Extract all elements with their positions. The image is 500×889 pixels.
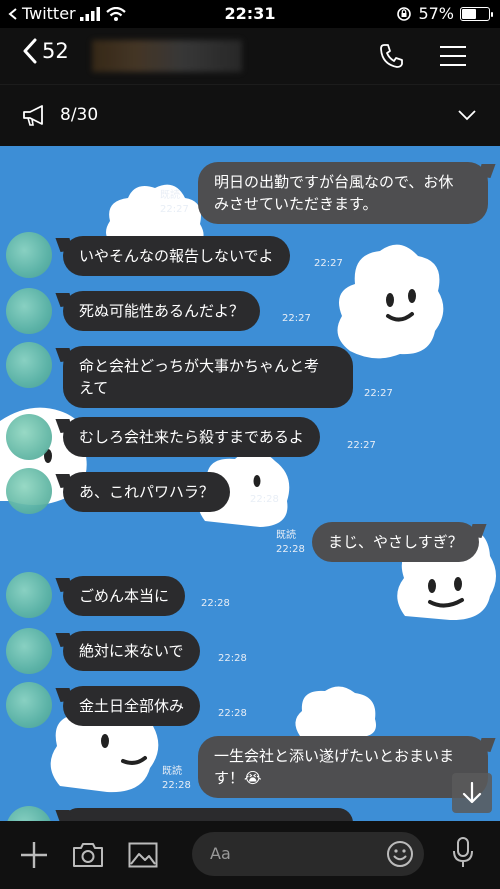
message-bubble-incoming[interactable]: ごめん本当に	[63, 576, 186, 616]
scroll-to-bottom-button[interactable]	[452, 773, 492, 813]
contact-name-blurred	[92, 40, 242, 72]
avatar[interactable]	[6, 468, 52, 514]
message-text-line: えて	[79, 379, 109, 397]
read-receipt: 既読	[162, 766, 182, 777]
cloud-wallpaper-2	[337, 244, 444, 359]
announcement-bar[interactable]: 8/30	[0, 84, 500, 146]
message-bubble-incoming[interactable]: 金土日全部休み	[63, 686, 201, 726]
message-text: 死ぬ可能性あるんだよ？	[79, 302, 245, 320]
chevron-down-icon[interactable]	[458, 109, 476, 121]
hamburger-icon[interactable]	[440, 45, 466, 67]
cloud-wallpaper-7	[295, 686, 376, 737]
message-bubble-incoming[interactable]: むしろ会社来たら殺すまであるよ	[63, 417, 320, 457]
smiley-icon[interactable]	[386, 840, 414, 868]
avatar[interactable]	[6, 232, 52, 278]
input-bar: Aa	[0, 821, 500, 889]
plus-icon[interactable]	[20, 841, 48, 869]
message-bubble-outgoing[interactable]: 一生会社と添い遂げたいとおまいま す！😭	[198, 736, 488, 798]
avatar[interactable]	[6, 414, 52, 460]
message-time: 22:27	[314, 258, 343, 269]
message-text-line: 明日の出勤ですが台風なので、お休	[214, 173, 454, 191]
read-receipt: 既読	[160, 190, 180, 201]
camera-icon[interactable]	[72, 842, 104, 868]
message-bubble-outgoing[interactable]: まじ、やさしすぎ？	[312, 522, 479, 562]
status-bar: Twitter 22:31 57%	[0, 0, 500, 28]
phone-icon[interactable]	[378, 42, 406, 70]
message-input[interactable]: Aa	[192, 832, 424, 876]
battery-icon	[460, 6, 493, 21]
rotation-lock-icon	[397, 6, 412, 21]
chat-area[interactable]: 既読 22:27 明日の出勤ですが台風なので、お休 みさせていただきます。 いや…	[0, 146, 500, 821]
avatar[interactable]	[6, 288, 52, 334]
back-button[interactable]: 52	[22, 38, 69, 64]
avatar[interactable]	[6, 342, 52, 388]
message-text-line: 一生会社と添い遂げたいとおまいま	[214, 747, 455, 765]
message-time: 22:28	[218, 708, 247, 719]
arrow-down-icon	[462, 782, 482, 804]
message-time: 22:27	[160, 204, 189, 215]
battery-fill	[462, 8, 476, 19]
avatar[interactable]	[6, 572, 52, 618]
message-time: 22:28	[201, 598, 230, 609]
message-bubble-incoming[interactable]: 絶対に来ないで	[63, 631, 200, 671]
status-right: 57%	[396, 4, 493, 23]
megaphone-icon	[23, 105, 43, 126]
message-bubble-incoming-partial[interactable]	[63, 808, 353, 821]
message-text: あ、これパワハラ？	[79, 483, 214, 501]
battery-percent: 57%	[418, 4, 454, 23]
message-time: 22:27	[347, 440, 376, 451]
chevron-left-icon	[23, 38, 37, 64]
announcement-count: 8/30	[60, 105, 99, 125]
message-text-line: みさせていただきます。	[214, 195, 378, 213]
message-input-placeholder: Aa	[210, 844, 231, 863]
message-bubble-incoming[interactable]: いやそんなの報告しないでよ	[63, 236, 290, 276]
message-bubble-incoming[interactable]: あ、これパワハラ？	[63, 472, 230, 512]
message-text: 絶対に来ないで	[79, 642, 184, 660]
message-text: まじ、やさしすぎ？	[328, 533, 463, 551]
avatar[interactable]	[6, 628, 52, 674]
message-text: ごめん本当に	[79, 587, 170, 605]
image-icon[interactable]	[128, 842, 158, 868]
message-bubble-outgoing[interactable]: 明日の出勤ですが台風なので、お休 みさせていただきます。	[198, 162, 488, 224]
message-time: 22:28	[250, 494, 279, 505]
message-time: 22:27	[364, 388, 393, 399]
unread-count: 52	[42, 39, 69, 63]
message-text-line: す！😭	[214, 769, 262, 787]
message-time: 22:28	[276, 544, 305, 555]
microphone-icon[interactable]	[452, 837, 474, 869]
message-time: 22:28	[162, 780, 191, 791]
message-bubble-incoming[interactable]: 命と会社どっちが大事かちゃんと考 えて	[63, 346, 353, 408]
message-text: むしろ会社来たら殺すまであるよ	[79, 428, 304, 446]
avatar[interactable]	[6, 806, 52, 821]
message-bubble-incoming[interactable]: 死ぬ可能性あるんだよ？	[63, 291, 261, 331]
message-text: いやそんなの報告しないでよ	[79, 247, 274, 265]
message-text-line: 命と会社どっちが大事かちゃんと考	[79, 357, 320, 375]
read-receipt: 既読	[276, 530, 296, 541]
avatar[interactable]	[6, 682, 52, 728]
message-time: 22:28	[218, 653, 247, 664]
message-text: 金土日全部休み	[79, 697, 185, 715]
chat-header: 52	[0, 28, 500, 84]
message-time: 22:27	[282, 313, 311, 324]
